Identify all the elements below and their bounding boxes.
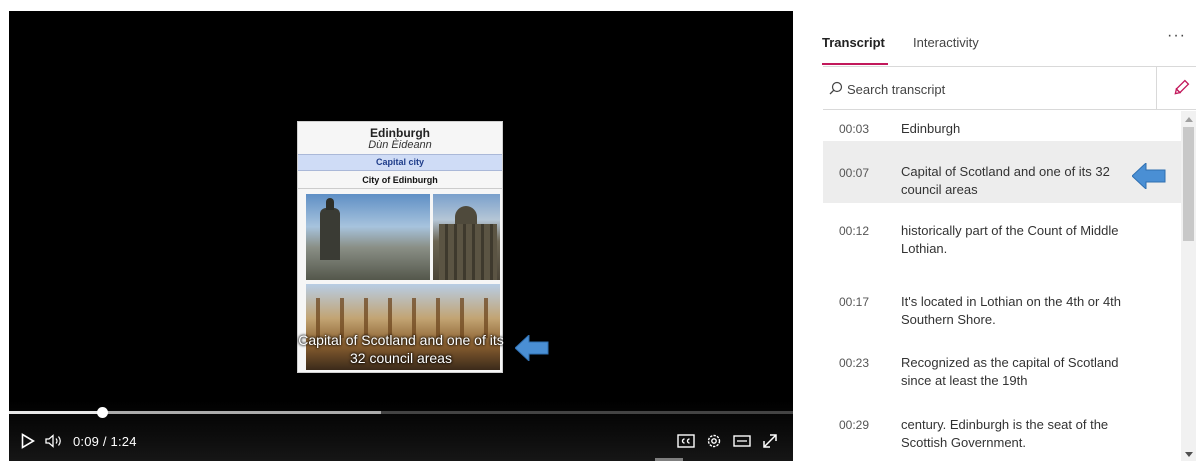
closed-captions-icon[interactable] (673, 429, 699, 453)
scrollbar-thumb[interactable] (1183, 127, 1194, 241)
entry-text: Capital of Scotland and one of its 32 co… (901, 164, 1110, 197)
slide-city-label: City of Edinburgh (298, 171, 502, 189)
search-icon (829, 81, 843, 95)
entry-text: Edinburgh (901, 121, 961, 136)
seek-played (9, 411, 102, 414)
entry-text: It's located in Lothian on the 4th or 4t… (901, 294, 1122, 327)
transcript-entry[interactable]: 00:12 historically part of the Count of … (823, 215, 1181, 271)
current-time: 0:09 (73, 433, 100, 449)
slide-photo-monument (306, 194, 430, 280)
entry-time: 00:23 (839, 356, 870, 370)
gear-icon[interactable] (701, 429, 727, 453)
tab-transcript[interactable]: Transcript (822, 35, 885, 50)
transcript-entry[interactable]: 00:17 It's located in Lothian on the 4th… (823, 286, 1181, 342)
transcript-entry[interactable]: 00:23 Recognized as the capital of Scotl… (823, 347, 1181, 403)
search-divider (1156, 67, 1157, 109)
slide-photo-building (433, 194, 500, 280)
seek-bar[interactable] (9, 407, 793, 418)
active-tab-indicator (822, 63, 888, 65)
transcript-list: 00:03 Edinburgh 00:07 Capital of Scotlan… (823, 111, 1181, 461)
scroll-down-icon[interactable] (1185, 452, 1193, 457)
slide-subtitle: Dùn Èideann (368, 139, 432, 151)
slide-title: Edinburgh (370, 126, 430, 140)
pencil-icon[interactable] (1172, 79, 1190, 97)
entry-time: 00:12 (839, 224, 870, 238)
play-icon[interactable] (15, 429, 41, 453)
volume-icon[interactable] (41, 429, 67, 453)
video-player[interactable]: Edinburgh Dùn Èideann Capital city City … (9, 11, 793, 461)
entry-text: century. Edinburgh is the seat of the Sc… (901, 417, 1109, 450)
search-input[interactable] (847, 77, 1147, 101)
transcript-entry[interactable]: 00:29 century. Edinburgh is the seat of … (823, 409, 1181, 461)
transcript-entry[interactable]: 00:03 Edinburgh (823, 111, 1181, 141)
time-display: 0:09 / 1:24 (73, 434, 137, 449)
entry-time: 00:29 (839, 418, 870, 432)
more-options-icon[interactable]: ··· (1167, 27, 1186, 45)
transcript-panel: Transcript Interactivity ··· 00:03 E (812, 11, 1196, 461)
entry-time: 00:17 (839, 295, 870, 309)
entry-text: Recognized as the capital of Scotland si… (901, 355, 1119, 388)
entry-time: 00:03 (839, 122, 870, 136)
arrow-left-icon (1132, 163, 1166, 189)
scroll-up-icon[interactable] (1185, 117, 1193, 122)
time-separator: / (102, 433, 107, 449)
duration: 1:24 (110, 433, 137, 449)
transcript-scrollbar[interactable] (1181, 111, 1196, 461)
entry-time: 00:07 (839, 166, 870, 180)
arrow-left-icon (515, 335, 549, 361)
fullscreen-icon[interactable] (757, 429, 783, 453)
transcript-search (823, 66, 1196, 110)
wide-mode-icon[interactable] (729, 429, 755, 453)
transcript-entry-active[interactable]: 00:07 Capital of Scotland and one of its… (823, 141, 1181, 203)
tab-interactivity[interactable]: Interactivity (913, 35, 979, 50)
page: Edinburgh Dùn Èideann Capital city City … (0, 0, 1196, 461)
seek-handle[interactable] (96, 407, 108, 418)
video-caption: Capital of Scotland and one of its 32 co… (298, 332, 504, 366)
player-controls: 0:09 / 1:24 (9, 401, 793, 461)
slide-capital-label: Capital city (298, 154, 502, 171)
entry-text: historically part of the Count of Middle… (901, 223, 1119, 256)
panel-tabs: Transcript Interactivity ··· (812, 11, 1196, 65)
